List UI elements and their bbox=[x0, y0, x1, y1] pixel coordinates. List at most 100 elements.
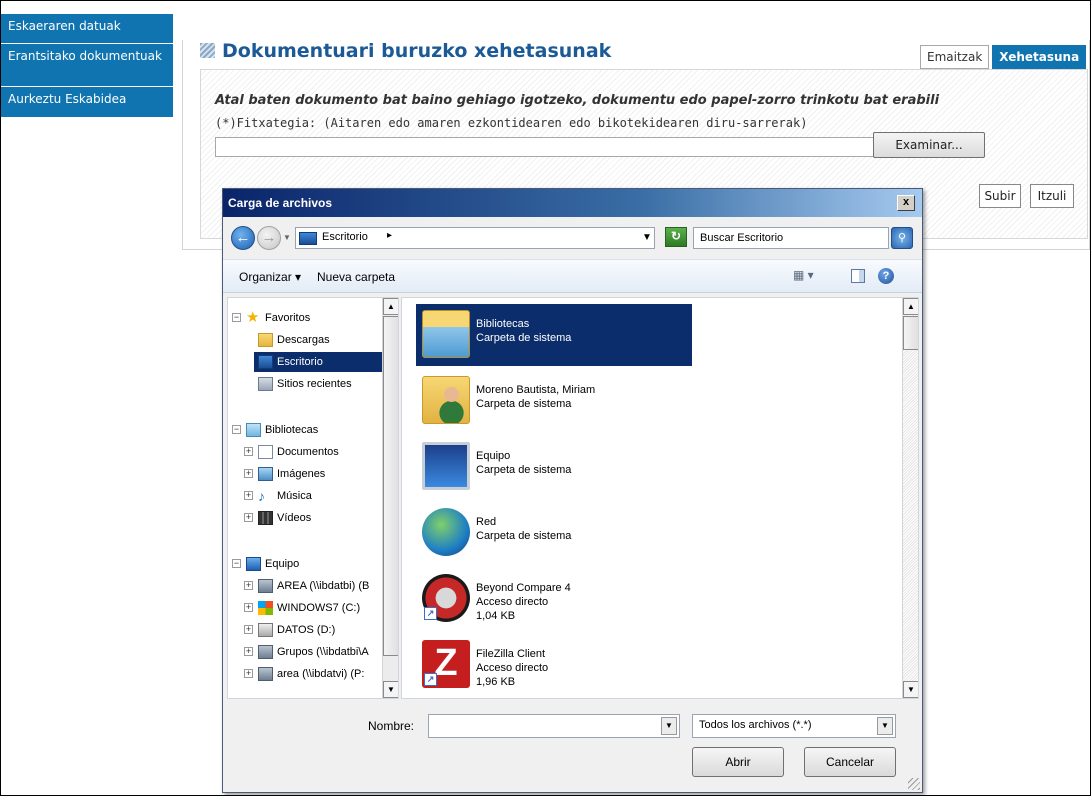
back-arrow-icon[interactable]: ← bbox=[231, 226, 255, 250]
nav-item-application-data[interactable]: Eskaeraren datuak bbox=[1, 14, 173, 44]
dialog-title: Carga de archivos bbox=[228, 196, 333, 210]
tree-item[interactable]: − Equipo bbox=[228, 554, 382, 574]
tab-results[interactable]: Emaitzak bbox=[920, 45, 990, 69]
expand-icon[interactable]: + bbox=[244, 625, 253, 634]
tree-item[interactable]: Sitios recientes bbox=[228, 374, 382, 394]
drive-icon bbox=[258, 623, 273, 637]
tree-item[interactable]: Escritorio bbox=[254, 352, 382, 372]
upload-button[interactable]: Subir bbox=[979, 184, 1021, 208]
tree-item-label: Equipo bbox=[265, 558, 300, 570]
file-type: Carpeta de sistema bbox=[476, 398, 572, 410]
tree-item[interactable]: − ★ Favoritos bbox=[228, 308, 382, 328]
address-bar[interactable]: Escritorio ▸ ▼ bbox=[295, 227, 655, 249]
tree-item[interactable]: + Documentos bbox=[228, 442, 382, 462]
tree-item-label: DATOS (D:) bbox=[277, 624, 336, 636]
filename-input[interactable]: ▼ bbox=[428, 714, 680, 738]
tree-item-label: Descargas bbox=[277, 334, 330, 346]
forward-arrow-icon[interactable]: → bbox=[257, 226, 281, 250]
help-icon[interactable]: ? bbox=[878, 268, 894, 284]
dialog-titlebar[interactable]: Carga de archivos x bbox=[223, 189, 922, 217]
videos-icon bbox=[258, 511, 273, 525]
collapse-icon[interactable]: − bbox=[232, 559, 241, 568]
filetype-select[interactable]: Todos los archivos (*.*) ▼ bbox=[692, 714, 896, 738]
tree-item[interactable]: + AREA (\\ibdatbi) (B bbox=[228, 576, 382, 596]
tree-item[interactable]: + Imágenes bbox=[228, 464, 382, 484]
desktop-icon bbox=[258, 355, 273, 369]
expand-icon[interactable]: + bbox=[244, 603, 253, 612]
file-name: Red bbox=[476, 516, 497, 528]
tree-item-label: Grupos (\\ibdatbi\A bbox=[277, 646, 369, 658]
expand-icon[interactable]: + bbox=[244, 491, 253, 500]
music-icon: ♪ bbox=[258, 488, 265, 504]
cancel-button[interactable]: Cancelar bbox=[804, 747, 896, 777]
file-path-input[interactable] bbox=[215, 137, 875, 157]
tab-details[interactable]: Xehetasuna bbox=[992, 45, 1087, 69]
tree-item[interactable]: Descargas bbox=[228, 330, 382, 350]
tree-item-label: WINDOWS7 (C:) bbox=[277, 602, 361, 614]
history-dropdown-icon[interactable]: ▼ bbox=[283, 233, 291, 242]
search-input[interactable]: Buscar Escritorio bbox=[693, 227, 889, 249]
file-item[interactable]: Red Carpeta de sistema bbox=[416, 502, 692, 564]
nav-item-attached-documents[interactable]: Erantsitako dokumentuak bbox=[1, 44, 173, 87]
scroll-down-icon[interactable]: ▼ bbox=[383, 681, 398, 698]
filename-dropdown-icon[interactable]: ▼ bbox=[661, 717, 677, 735]
open-button[interactable]: Abrir bbox=[692, 747, 784, 777]
file-item[interactable]: ↗ Beyond Compare 4 Acceso directo 1,04 KB bbox=[416, 568, 692, 630]
collapse-icon[interactable]: − bbox=[232, 313, 241, 322]
file-item[interactable]: Equipo Carpeta de sistema bbox=[416, 436, 692, 498]
scroll-down-icon[interactable]: ▼ bbox=[903, 681, 918, 698]
refresh-icon[interactable]: ↻ bbox=[665, 227, 687, 247]
scroll-up-icon[interactable]: ▲ bbox=[383, 298, 398, 315]
nav-item-submit-application[interactable]: Aurkeztu Eskabidea bbox=[1, 87, 173, 118]
expand-icon[interactable]: + bbox=[244, 669, 253, 678]
desktop-icon bbox=[299, 232, 317, 245]
tree-item[interactable]: + Vídeos bbox=[228, 508, 382, 528]
tree-item[interactable]: − Bibliotecas bbox=[228, 420, 382, 440]
computer-icon bbox=[246, 557, 261, 571]
address-dropdown-icon[interactable]: ▼ bbox=[642, 232, 652, 243]
file-name: Bibliotecas bbox=[476, 318, 530, 330]
close-icon[interactable]: x bbox=[897, 195, 915, 211]
expand-icon[interactable]: + bbox=[244, 647, 253, 656]
scroll-up-icon[interactable]: ▲ bbox=[903, 298, 918, 315]
tree-item[interactable]: + WINDOWS7 (C:) bbox=[228, 598, 382, 618]
filetype-dropdown-icon[interactable]: ▼ bbox=[877, 717, 893, 735]
file-field-label: (*)Fitxategia: (Aitaren edo amaren ezkon… bbox=[215, 116, 808, 130]
filezilla-icon: Z ↗ bbox=[422, 640, 470, 688]
expand-icon[interactable]: + bbox=[244, 447, 253, 456]
tree-item[interactable]: + area (\\ibdatvi) (P: bbox=[228, 664, 382, 684]
tree-item[interactable]: + DATOS (D:) bbox=[228, 620, 382, 640]
tree-item[interactable]: + ♪ Música bbox=[228, 486, 382, 506]
file-item[interactable]: Bibliotecas Carpeta de sistema bbox=[416, 304, 692, 366]
resize-grip-icon[interactable] bbox=[908, 778, 920, 790]
expand-icon[interactable]: + bbox=[244, 581, 253, 590]
file-list-scrollbar[interactable]: ▲ ▼ bbox=[902, 298, 918, 698]
back-button[interactable]: Itzuli bbox=[1030, 184, 1074, 208]
tree-item-label: Documentos bbox=[277, 446, 339, 458]
shortcut-arrow-icon: ↗ bbox=[424, 673, 437, 686]
view-options-icon[interactable]: ▦ ▾ bbox=[793, 268, 823, 286]
address-row: ← → ▼ Escritorio ▸ ▼ ↻ Buscar Escritorio… bbox=[223, 221, 922, 251]
tree-item-label: Imágenes bbox=[277, 468, 326, 480]
expand-icon[interactable]: + bbox=[244, 513, 253, 522]
collapse-icon[interactable]: − bbox=[232, 425, 241, 434]
preview-pane-icon[interactable] bbox=[851, 269, 865, 283]
network-drive-icon bbox=[258, 579, 273, 593]
search-icon[interactable]: ⚲ bbox=[891, 227, 913, 249]
expand-icon[interactable]: + bbox=[244, 469, 253, 478]
breadcrumb-chevron-icon[interactable]: ▸ bbox=[387, 230, 392, 241]
tree-item-label: Bibliotecas bbox=[265, 424, 319, 436]
nav-scrollbar[interactable]: ▲ ▼ bbox=[382, 298, 398, 698]
file-item[interactable]: Z ↗ FileZilla Client Acceso directo 1,96 KB bbox=[416, 634, 692, 696]
file-item[interactable]: Moreno Bautista, Miriam Carpeta de sistem… bbox=[416, 370, 692, 432]
file-name: Equipo bbox=[476, 450, 511, 462]
browse-button[interactable]: Examinar... bbox=[873, 132, 985, 158]
file-name: Beyond Compare 4 bbox=[476, 582, 571, 594]
file-type: Carpeta de sistema bbox=[476, 332, 572, 344]
scroll-thumb[interactable] bbox=[903, 316, 918, 350]
new-folder-button[interactable]: Nueva carpeta bbox=[317, 270, 395, 284]
tree-item[interactable]: + Grupos (\\ibdatbi\A bbox=[228, 642, 382, 662]
scroll-thumb[interactable] bbox=[383, 316, 398, 656]
organize-menu[interactable]: Organizar ▾ bbox=[239, 270, 301, 284]
libraries-folder-icon bbox=[422, 310, 470, 358]
